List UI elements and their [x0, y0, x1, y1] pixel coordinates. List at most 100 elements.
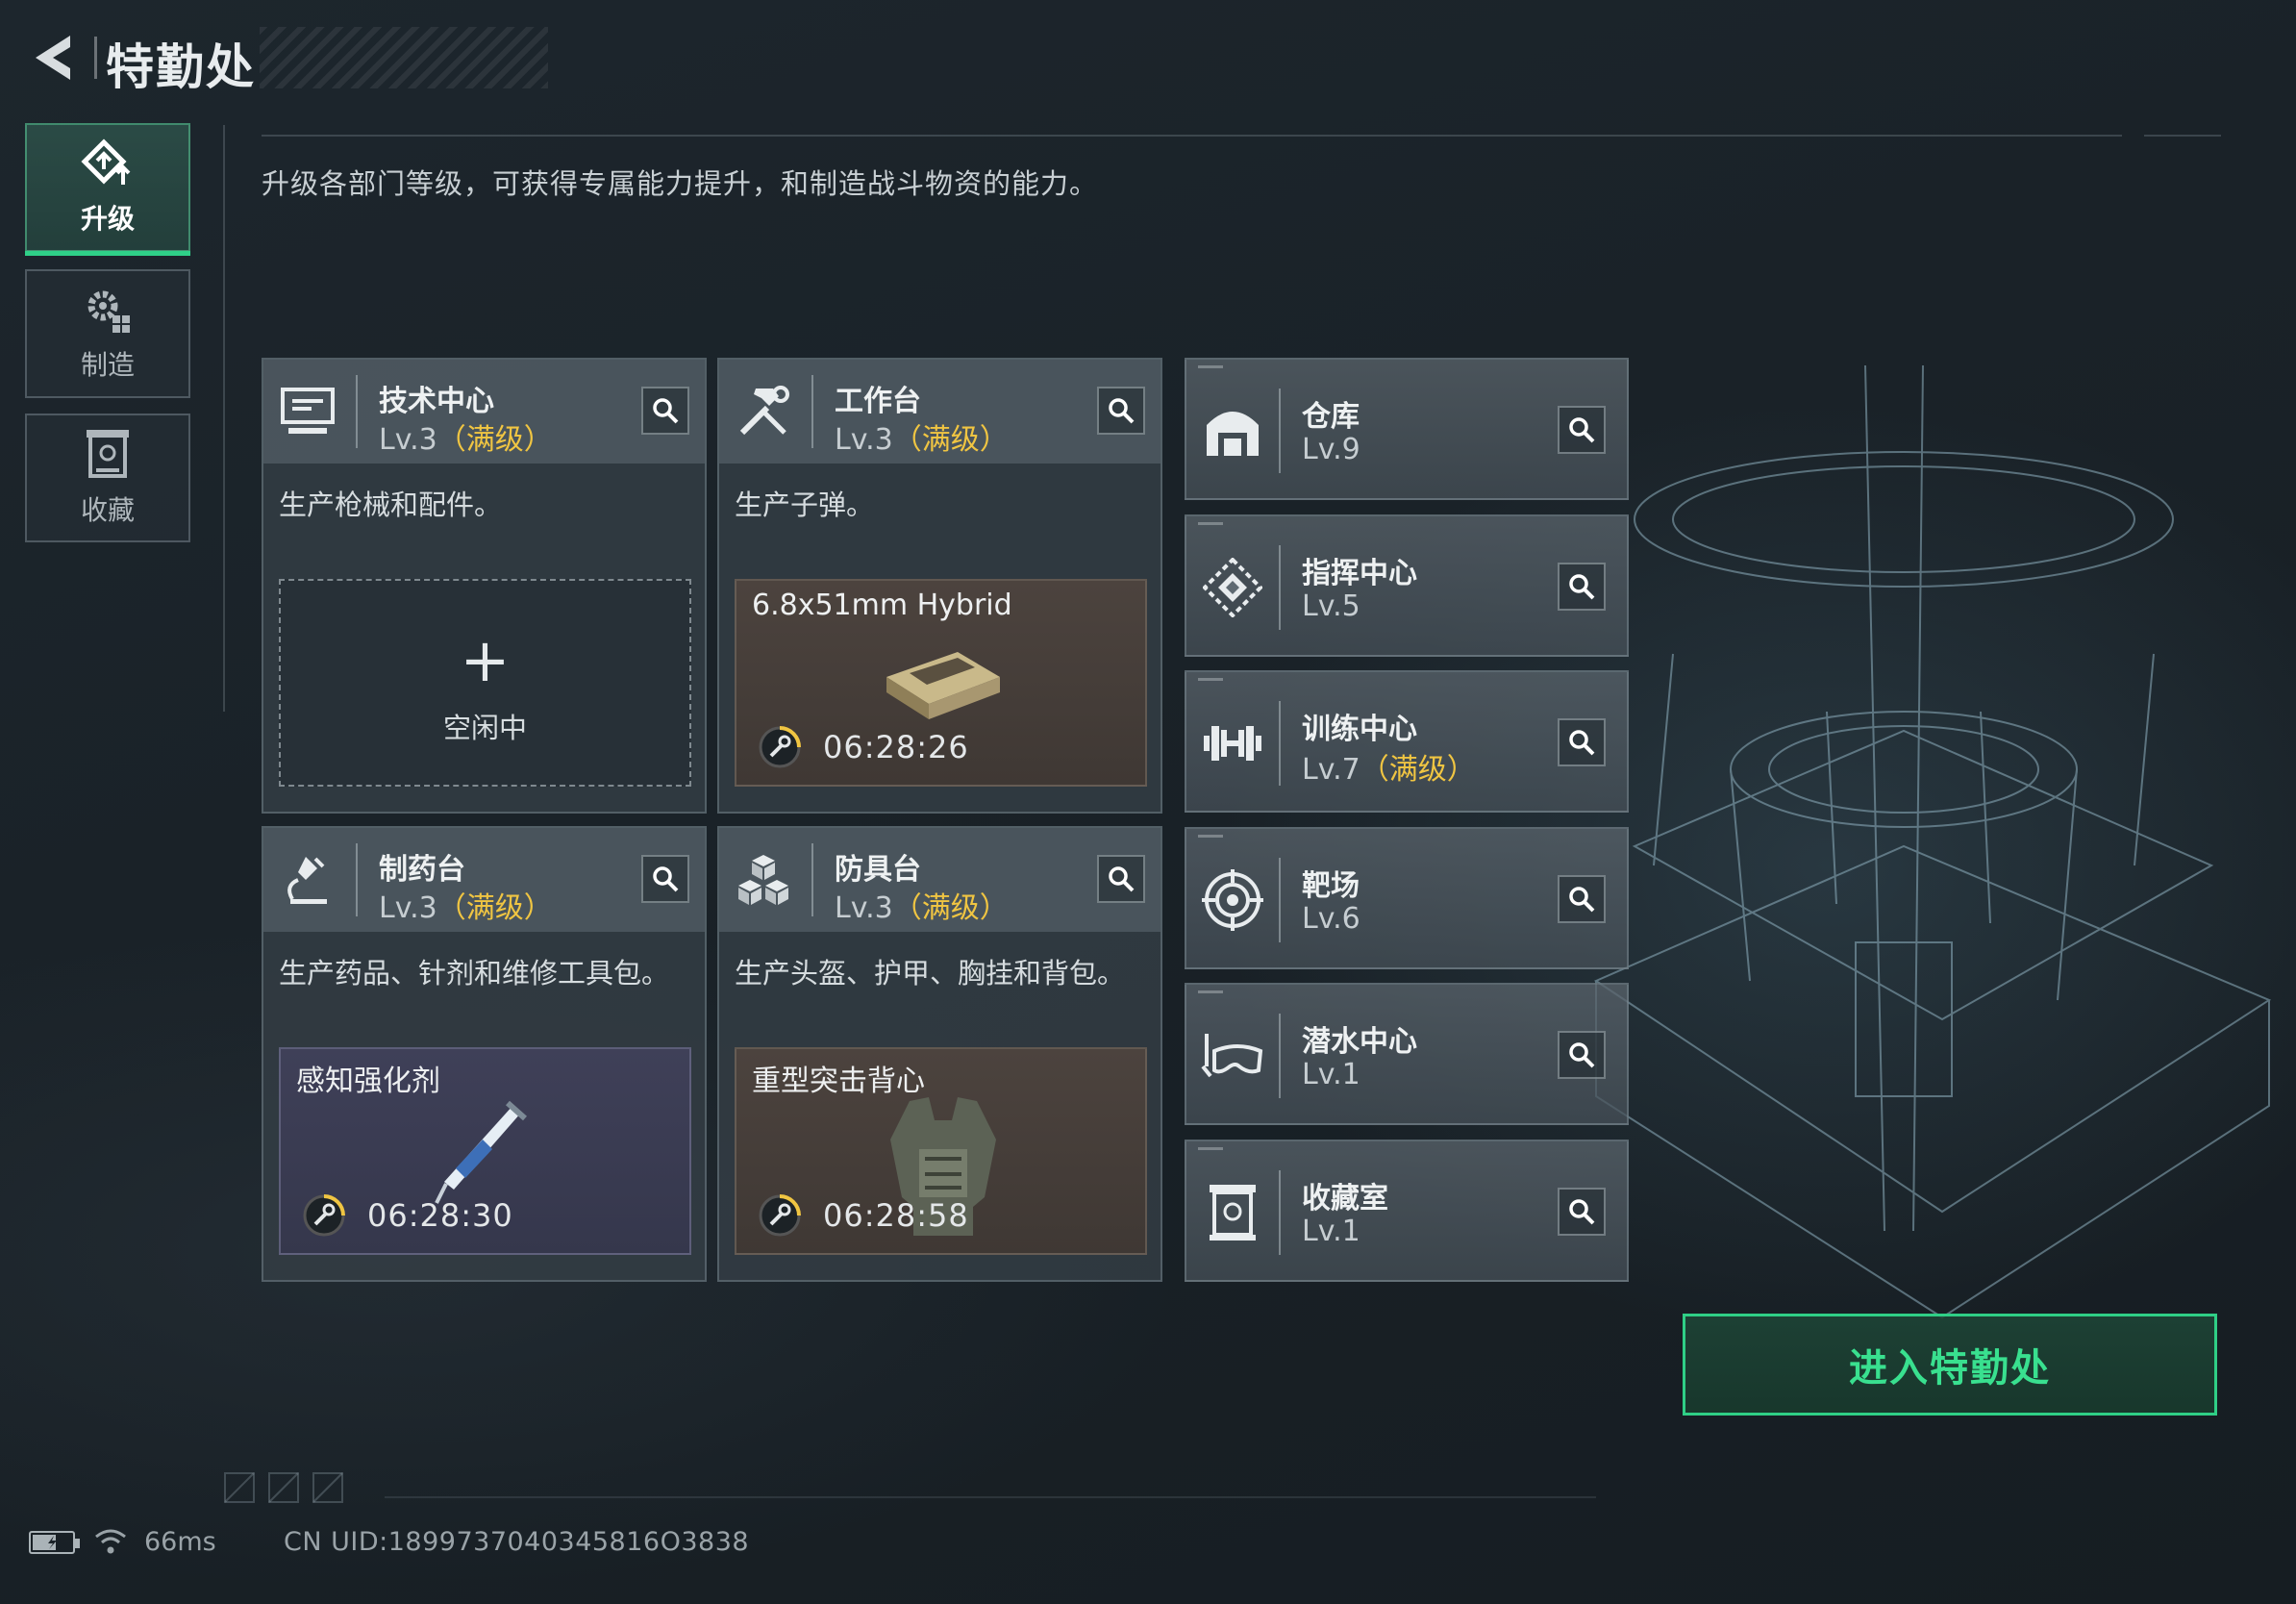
- collection-room-icon: [1200, 1180, 1265, 1245]
- facility-collection-room[interactable]: 收藏室 Lv.1: [1185, 1140, 1629, 1282]
- search-icon: [653, 398, 679, 424]
- facility-warehouse[interactable]: 仓库 Lv.9: [1185, 358, 1629, 500]
- left-guide-line: [223, 125, 225, 712]
- facility-blueprint-art: [1593, 365, 2272, 1319]
- facility-name: 收藏室: [1302, 1182, 1388, 1216]
- target-icon: [1200, 867, 1265, 933]
- production-slot-crafting[interactable]: 感知强化剂 06:28:30: [279, 1047, 691, 1255]
- level-value: Lv.6: [1302, 902, 1360, 936]
- facility-training-center[interactable]: 训练中心 Lv.7（满级）: [1185, 670, 1629, 813]
- facility-diving-center[interactable]: 潜水中心 Lv.1: [1185, 983, 1629, 1125]
- inspect-button[interactable]: [1558, 1031, 1606, 1079]
- facility-name: 潜水中心: [1302, 1025, 1417, 1059]
- page-description: 升级各部门等级，可获得专属能力提升，和制造战斗物资的能力。: [262, 167, 1099, 200]
- item-name: 感知强化剂: [296, 1065, 440, 1098]
- user-uid: CN UID:1899737040345816O3838: [284, 1527, 750, 1557]
- top-guide-line-right: [2144, 135, 2221, 137]
- facility-name: 指挥中心: [1302, 557, 1417, 590]
- level-value: Lv.1: [1302, 1215, 1360, 1248]
- back-button[interactable]: [25, 29, 79, 87]
- tab-craft[interactable]: 制造: [25, 269, 190, 398]
- level-value: Lv.3: [379, 891, 437, 925]
- card-title: 制药台: [379, 853, 465, 887]
- facility-divider: [1279, 858, 1281, 942]
- max-level-tag: （满级）: [437, 891, 553, 925]
- search-icon: [1109, 398, 1135, 424]
- inspect-button[interactable]: [1558, 1188, 1606, 1236]
- facility-shooting-range[interactable]: 靶场 Lv.6: [1185, 827, 1629, 969]
- card-divider: [811, 843, 813, 916]
- card-level: Lv.3（满级）: [835, 884, 1009, 926]
- inspect-button[interactable]: [1558, 406, 1606, 454]
- tab-craft-label: 制造: [80, 349, 135, 381]
- max-level-tag: （满级）: [437, 423, 553, 457]
- facility-level: Lv.9: [1302, 433, 1360, 466]
- wrench-timer-icon: [759, 726, 801, 768]
- level-value: Lv.1: [1302, 1058, 1360, 1091]
- tab-upgrade[interactable]: 升级: [25, 123, 190, 256]
- facility-divider: [1279, 1170, 1281, 1255]
- inspect-button[interactable]: [1558, 875, 1606, 923]
- tab-upgrade-label: 升级: [80, 203, 135, 235]
- max-level-tag: （满级）: [892, 891, 1009, 925]
- syringe-icon: [435, 1100, 527, 1204]
- card-level: Lv.3（满级）: [835, 415, 1009, 458]
- ping-readout: 66ms: [144, 1527, 216, 1557]
- inspect-button[interactable]: [1558, 718, 1606, 766]
- craft-timer: 06:28:30: [367, 1197, 513, 1234]
- corner-mark: [1198, 1147, 1223, 1150]
- battery-icon: [29, 1531, 80, 1554]
- search-icon: [1569, 730, 1595, 756]
- search-icon: [653, 866, 679, 892]
- workstation-card-workbench[interactable]: 工作台 Lv.3（满级） 生产子弹。 6.8x51mm Hybrid 06:28…: [717, 358, 1162, 814]
- card-description: 生产子弹。: [735, 489, 875, 521]
- ammo-box-icon: [886, 652, 1000, 719]
- production-slot-crafting[interactable]: 6.8x51mm Hybrid 06:28:26: [735, 579, 1147, 787]
- search-icon: [1569, 574, 1595, 600]
- inspect-button[interactable]: [641, 387, 689, 435]
- collection-icon: [87, 430, 129, 478]
- craft-timer: 06:28:58: [823, 1197, 969, 1234]
- inspect-button[interactable]: [1097, 855, 1145, 903]
- tab-collection[interactable]: 收藏: [25, 414, 190, 542]
- card-title: 技术中心: [379, 385, 494, 418]
- card-description: 生产药品、针剂和维修工具包。: [279, 957, 670, 990]
- card-divider: [356, 375, 358, 448]
- monitor-icon: [277, 381, 338, 442]
- plus-icon: +: [460, 625, 511, 695]
- dumbbell-icon: [1200, 711, 1265, 776]
- card-divider: [811, 375, 813, 448]
- inspect-button[interactable]: [1558, 563, 1606, 611]
- workstation-card-armor[interactable]: 防具台 Lv.3（满级） 生产头盔、护甲、胸挂和背包。 重型突击背心 06:28…: [717, 826, 1162, 1282]
- corner-mark: [1198, 835, 1223, 838]
- production-slot-idle[interactable]: + 空闲中: [279, 579, 691, 787]
- level-value: Lv.5: [1302, 589, 1360, 623]
- corner-mark: [1198, 990, 1223, 993]
- facility-level: Lv.5: [1302, 589, 1360, 623]
- facility-command-center[interactable]: 指挥中心 Lv.5: [1185, 514, 1629, 657]
- card-divider: [356, 843, 358, 916]
- corner-mark: [1198, 678, 1223, 681]
- bottom-guide-line: [385, 1496, 1596, 1498]
- hammer-wrench-icon: [733, 381, 794, 442]
- search-icon: [1569, 1042, 1595, 1068]
- workstation-card-tech-center[interactable]: 技术中心 Lv.3（满级） 生产枪械和配件。 + 空闲中: [262, 358, 707, 814]
- level-value: Lv.3: [379, 423, 437, 457]
- workstation-card-pharmacy[interactable]: 制药台 Lv.3（满级） 生产药品、针剂和维修工具包。 感知强化剂 06:28:…: [262, 826, 707, 1282]
- back-arrow-icon: [36, 36, 70, 80]
- level-value: Lv.3: [835, 423, 893, 457]
- tab-collection-label: 收藏: [80, 494, 135, 526]
- upgrade-icon: [81, 138, 131, 185]
- enter-special-ops-button[interactable]: 进入特勤处: [1683, 1314, 2217, 1416]
- wifi-icon: [95, 1529, 126, 1554]
- production-slot-crafting[interactable]: 重型突击背心 06:28:58: [735, 1047, 1147, 1255]
- facility-name: 靶场: [1302, 869, 1360, 903]
- search-icon: [1569, 1199, 1595, 1225]
- max-level-tag: （满级）: [1360, 753, 1476, 787]
- title-separator: [94, 37, 97, 79]
- card-description: 生产枪械和配件。: [279, 489, 503, 521]
- inspect-button[interactable]: [641, 855, 689, 903]
- corner-mark: [1198, 365, 1223, 368]
- inspect-button[interactable]: [1097, 387, 1145, 435]
- facility-level: Lv.1: [1302, 1215, 1360, 1248]
